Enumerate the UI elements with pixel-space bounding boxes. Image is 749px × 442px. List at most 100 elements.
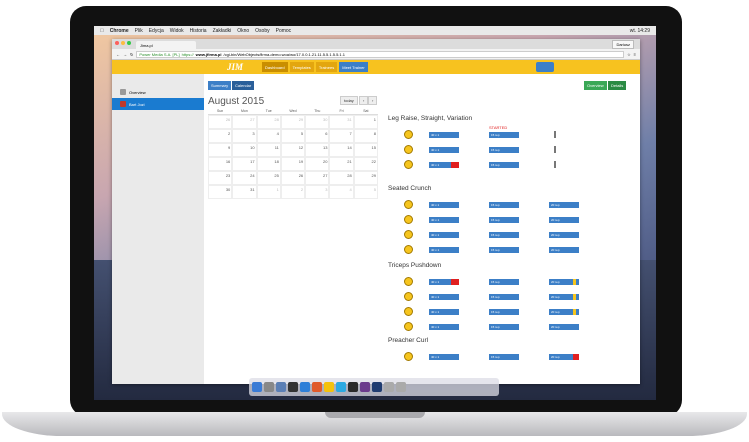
- safari-icon[interactable]: [276, 382, 286, 392]
- calendar-day[interactable]: 4: [329, 185, 354, 199]
- set-bar[interactable]: 15 rep: [489, 309, 519, 315]
- today-button[interactable]: today: [340, 96, 358, 105]
- terminal-icon[interactable]: [348, 382, 358, 392]
- set-bar[interactable]: 15 rep: [489, 279, 519, 285]
- calendar-day[interactable]: 12: [280, 143, 306, 157]
- set-bar[interactable]: 20 rep: [549, 232, 579, 238]
- calendar-day[interactable]: 16: [208, 157, 233, 171]
- set-bar[interactable]: 15 rep: [489, 294, 519, 300]
- overview-button[interactable]: Overview: [584, 81, 607, 90]
- calendar-day[interactable]: 13: [305, 143, 330, 157]
- calendar-day[interactable]: 28: [256, 115, 281, 129]
- skype-icon[interactable]: [336, 382, 346, 392]
- calendar-day[interactable]: 17: [232, 157, 257, 171]
- chrome-icon[interactable]: [324, 382, 334, 392]
- set-bar[interactable]: 20 rep: [549, 202, 579, 208]
- star-icon[interactable]: ☆: [627, 52, 631, 57]
- set-bar[interactable]: 15 rep: [489, 247, 519, 253]
- set-bar[interactable]: 40 x 1: [429, 217, 459, 223]
- set-bar[interactable]: 15 rep: [489, 354, 519, 360]
- apple-icon[interactable]: : [100, 28, 104, 34]
- trash-icon[interactable]: [396, 382, 406, 392]
- mood-face-icon[interactable]: [404, 215, 413, 224]
- set-bar[interactable]: 40 x 1: [429, 247, 459, 253]
- calendar-day[interactable]: 1: [353, 115, 378, 129]
- set-bar[interactable]: 20 rep: [549, 294, 579, 300]
- set-bar[interactable]: 40 x 1: [429, 294, 459, 300]
- forward-icon[interactable]: →: [123, 52, 127, 57]
- calendar-day[interactable]: 14: [329, 143, 354, 157]
- reload-icon[interactable]: ↻: [130, 52, 133, 57]
- calendar-day[interactable]: 26: [280, 171, 306, 185]
- appstore-icon[interactable]: [300, 382, 310, 392]
- url-field[interactable]: Power Media S.A. [PL] https:// www.jfirm…: [136, 50, 625, 58]
- mood-face-icon[interactable]: [404, 307, 413, 316]
- nav-dashboard[interactable]: Dashboard: [262, 62, 288, 72]
- sidebar-item-overview[interactable]: Overview: [112, 86, 204, 98]
- set-bar[interactable]: 40 x 1: [429, 202, 459, 208]
- calendar-day[interactable]: 7: [329, 129, 354, 143]
- calendar-day[interactable]: 5: [280, 129, 306, 143]
- prev-month-button[interactable]: ‹: [359, 96, 369, 105]
- nav-meet-trainer[interactable]: Meet Trainer: [339, 62, 368, 72]
- menubar-clock[interactable]: wt. 14:29: [630, 28, 650, 34]
- calendar-day[interactable]: 21: [329, 157, 354, 171]
- calendar-day[interactable]: 20: [305, 157, 330, 171]
- calendar-day[interactable]: 26: [208, 115, 233, 129]
- set-bar[interactable]: 15 rep: [489, 202, 519, 208]
- calendar-day[interactable]: 27: [232, 115, 257, 129]
- set-bar[interactable]: 20 rep: [549, 354, 579, 360]
- menu-edycja[interactable]: Edycja: [149, 28, 164, 34]
- calendar-day[interactable]: 27: [305, 171, 330, 185]
- calendar-day[interactable]: 2: [280, 185, 306, 199]
- calendar-day[interactable]: 29: [353, 171, 378, 185]
- calendar-day[interactable]: 5: [353, 185, 378, 199]
- set-bar[interactable]: 40 x 1: [429, 279, 459, 285]
- calendar-day[interactable]: 9: [208, 143, 233, 157]
- zoom-dot-icon[interactable]: [127, 41, 131, 45]
- menu-widok[interactable]: Widok: [170, 28, 184, 34]
- calendar-button[interactable]: Calendar: [232, 81, 255, 90]
- user-button[interactable]: Dariusz: [612, 40, 634, 49]
- calendar-day[interactable]: 3: [305, 185, 330, 199]
- set-bar[interactable]: 15 rep: [489, 324, 519, 330]
- back-icon[interactable]: ←: [116, 52, 120, 57]
- ps-icon[interactable]: [372, 382, 382, 392]
- calendar-day[interactable]: 25: [256, 171, 281, 185]
- set-bar[interactable]: 20 rep: [549, 217, 579, 223]
- mood-face-icon[interactable]: [404, 145, 413, 154]
- nav-trainees[interactable]: Trainees: [315, 62, 338, 72]
- mood-face-icon[interactable]: [404, 230, 413, 239]
- firefox-icon[interactable]: [312, 382, 322, 392]
- calendar-day[interactable]: 6: [305, 129, 330, 143]
- calendar-day[interactable]: 24: [232, 171, 257, 185]
- close-dot-icon[interactable]: [115, 41, 119, 45]
- set-bar[interactable]: 15 rep: [489, 162, 519, 168]
- menu-okno[interactable]: Okno: [237, 28, 249, 34]
- mood-face-icon[interactable]: [404, 292, 413, 301]
- launchpad-icon[interactable]: [264, 382, 274, 392]
- menu-pomoc[interactable]: Pomoc: [276, 28, 292, 34]
- mood-face-icon[interactable]: [404, 200, 413, 209]
- menu-zakladki[interactable]: Zakładki: [213, 28, 232, 34]
- calendar-day[interactable]: 18: [256, 157, 281, 171]
- set-bar[interactable]: 20 rep: [549, 279, 579, 285]
- calendar-day[interactable]: 23: [208, 171, 233, 185]
- calendar-day[interactable]: 2: [208, 129, 233, 143]
- calendar-day[interactable]: 15: [353, 143, 378, 157]
- set-bar[interactable]: 40 x 1: [429, 324, 459, 330]
- set-bar[interactable]: 40 x 1: [429, 354, 459, 360]
- menu-historia[interactable]: Historia: [190, 28, 207, 34]
- set-bar[interactable]: 15 rep: [489, 147, 519, 153]
- app-icon[interactable]: [288, 382, 298, 392]
- menu-osoby[interactable]: Osoby: [255, 28, 269, 34]
- menubar-app[interactable]: Chrome: [110, 28, 129, 34]
- calendar-day[interactable]: 30: [305, 115, 330, 129]
- mood-face-icon[interactable]: [404, 352, 413, 361]
- calendar-day[interactable]: 1: [256, 185, 281, 199]
- summary-button[interactable]: Summary: [208, 81, 232, 90]
- calendar-day[interactable]: 19: [280, 157, 306, 171]
- set-bar[interactable]: 40 x 1: [429, 232, 459, 238]
- browser-tab[interactable]: Jima.pl: [136, 41, 196, 49]
- calendar-day[interactable]: 31: [232, 185, 257, 199]
